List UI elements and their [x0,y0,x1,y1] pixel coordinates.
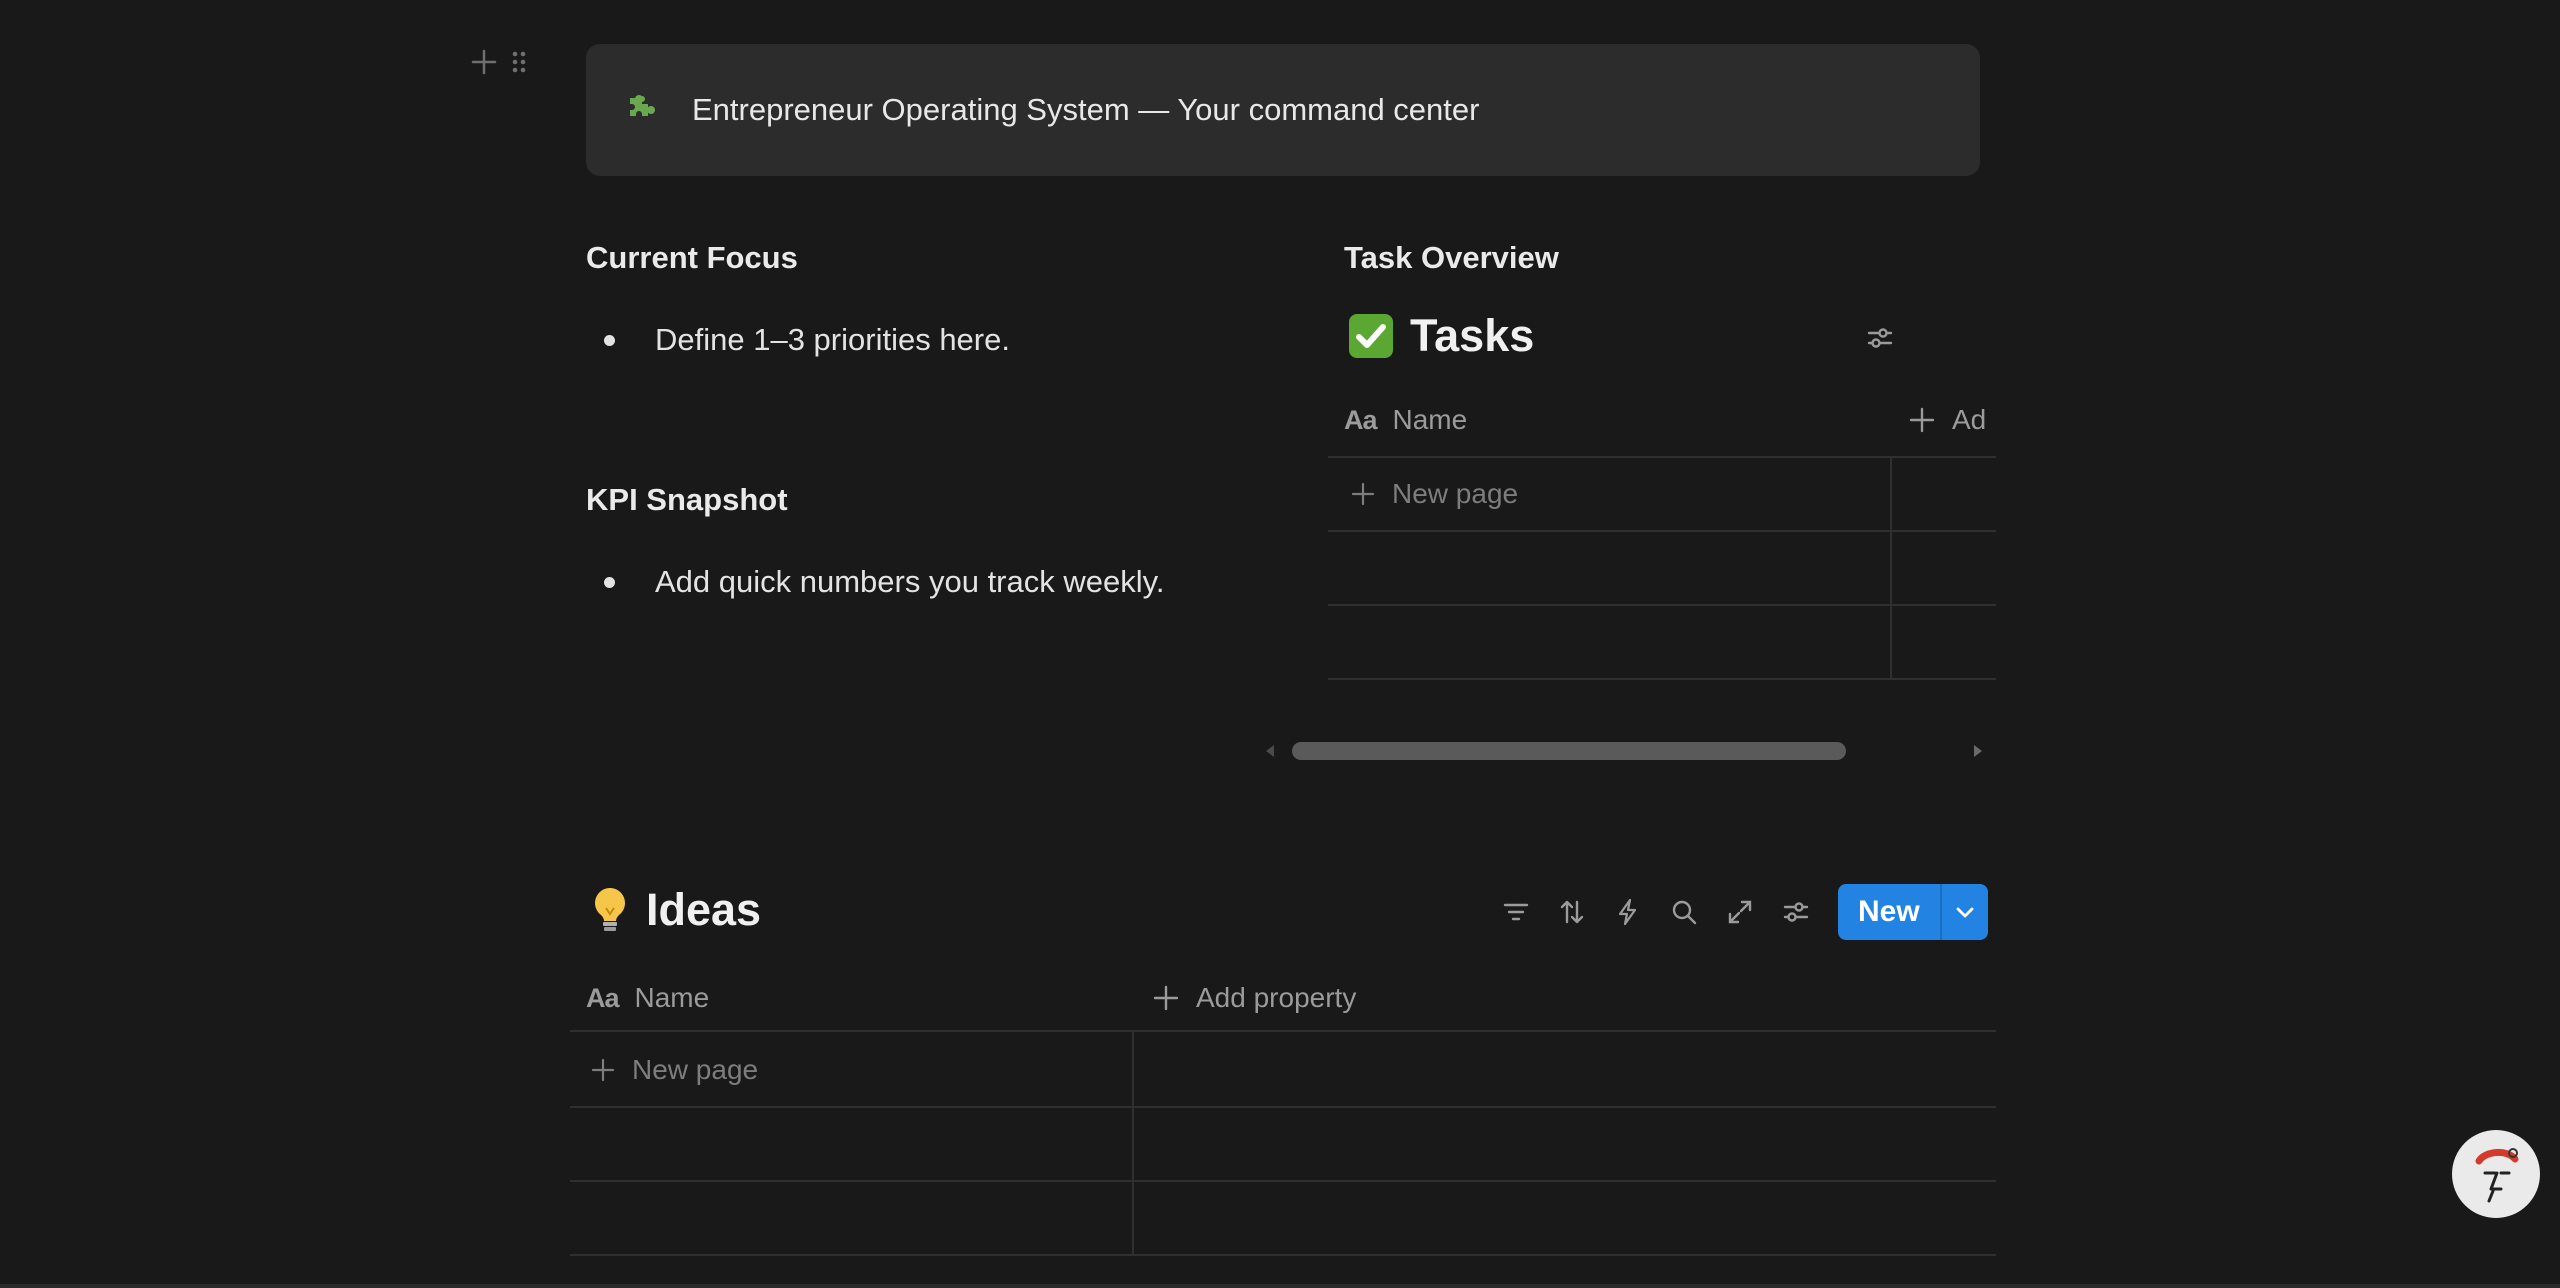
add-block-icon[interactable] [470,48,498,76]
list-item-text[interactable]: Define 1–3 priorities here. [655,322,1010,358]
new-button-group[interactable]: New [1838,884,1988,940]
list-item[interactable]: Add quick numbers you track weekly. [604,564,1164,600]
task-overview-heading[interactable]: Task Overview [1344,240,1559,276]
assistant-avatar-button[interactable] [2452,1130,2540,1218]
tasks-title-text[interactable]: Tasks [1410,310,1534,362]
automation-icon[interactable] [1608,892,1648,932]
chevron-down-icon[interactable] [1942,884,1988,940]
light-bulb-icon [590,886,630,934]
bullet-icon [604,576,615,588]
table-row [570,1180,1996,1182]
table-divider [570,1030,1996,1032]
column-header-name[interactable]: Aa Name [586,982,709,1014]
callout-text[interactable]: Entrepreneur Operating System — Your com… [692,92,1479,128]
list-item-text[interactable]: Add quick numbers you track weekly. [655,564,1164,600]
check-mark-icon [1348,313,1394,359]
puzzle-piece-icon [620,90,660,130]
plus-icon [590,1057,616,1083]
callout-block[interactable]: Entrepreneur Operating System — Your com… [586,44,1980,176]
table-row [1328,604,1996,606]
column-divider [1890,458,1892,678]
current-focus-heading[interactable]: Current Focus [586,240,798,276]
plus-icon [1350,481,1376,507]
new-button[interactable]: New [1838,884,1940,940]
table-row [1328,530,1996,532]
block-handle[interactable] [470,48,528,76]
table-row [1328,678,1996,680]
filter-icon[interactable] [1496,892,1536,932]
expand-icon[interactable] [1720,892,1760,932]
tasks-database-title[interactable]: Tasks [1348,310,1534,362]
table-divider [1328,456,1996,458]
scroll-left-icon[interactable] [1262,743,1278,759]
bullet-icon [604,334,615,346]
list-item[interactable]: Define 1–3 priorities here. [604,322,1010,358]
scroll-thumb[interactable] [1292,742,1846,760]
table-row [570,1106,1996,1108]
column-divider [1132,1032,1134,1254]
scroll-right-icon[interactable] [1970,743,1986,759]
page-bottom-border [0,1284,2560,1288]
add-property-button[interactable]: Add property [1152,982,1356,1014]
settings-icon[interactable] [1860,318,1900,358]
ideas-database-title[interactable]: Ideas [590,884,761,936]
text-property-icon: Aa [1344,404,1378,435]
text-property-icon: Aa [586,982,620,1013]
drag-handle-icon[interactable] [510,48,528,76]
new-page-row[interactable]: New page [1350,478,1518,510]
assistant-face-icon [2475,1148,2519,1203]
kpi-snapshot-heading[interactable]: KPI Snapshot [586,482,788,518]
settings-icon[interactable] [1776,892,1816,932]
add-property-button[interactable]: Ad [1908,404,1986,436]
search-icon[interactable] [1664,892,1704,932]
new-page-row[interactable]: New page [590,1054,758,1086]
table-row [570,1254,1996,1256]
ideas-title-text[interactable]: Ideas [646,884,761,936]
column-header-name[interactable]: Aa Name [1344,404,1467,436]
horizontal-scrollbar[interactable] [1262,738,1990,764]
plus-icon [1908,406,1936,434]
plus-icon [1152,984,1180,1012]
sort-icon[interactable] [1552,892,1592,932]
